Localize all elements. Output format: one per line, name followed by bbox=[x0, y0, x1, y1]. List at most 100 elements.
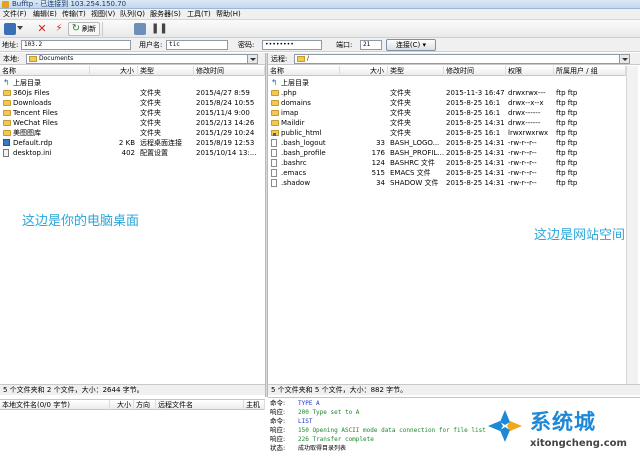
remote-cell-owner: ftp ftp bbox=[556, 89, 578, 97]
local-cell-name: 美图图库 bbox=[13, 129, 41, 137]
remote-cell-perm: lrwxrwxrwx bbox=[508, 129, 549, 137]
user-input[interactable]: tic bbox=[166, 40, 228, 50]
remote-cell-owner: ftp ftp bbox=[556, 179, 578, 187]
local-file-row[interactable]: Tencent Files 文件夹 2015/11/4 9:00 bbox=[0, 108, 265, 118]
remote-cell-size: 515 bbox=[371, 169, 385, 177]
local-file-row[interactable]: 360js Files 文件夹 2015/4/27 8:59 bbox=[0, 88, 265, 98]
pane-splitter[interactable] bbox=[265, 53, 268, 397]
remote-scrollbar[interactable] bbox=[626, 66, 638, 384]
port-label: 端口: bbox=[336, 41, 353, 49]
address-input[interactable]: 103.2 bbox=[21, 40, 131, 50]
local-cell-name: 上层目录 bbox=[13, 79, 41, 87]
queue-col-remote[interactable]: 远程文件名 bbox=[156, 400, 244, 410]
remote-col-size[interactable]: 大小 bbox=[340, 66, 388, 76]
watermark-logo-icon bbox=[488, 410, 522, 442]
remote-cell-size: 34 bbox=[376, 179, 385, 187]
folder-icon bbox=[271, 120, 279, 126]
remote-col-modified[interactable]: 修改时间 bbox=[444, 66, 506, 76]
menu-help[interactable]: 帮助(H) bbox=[216, 9, 241, 20]
window-title: Bufftp - 已连接到 103.254.150.70 bbox=[12, 0, 127, 8]
queue-col-local[interactable]: 本地文件名(0/0 字节) bbox=[0, 400, 110, 410]
log-line: 响应: 200 Type set to A bbox=[270, 408, 359, 417]
local-status: 5 个文件夹和 2 个文件，大小：2644 字节。 bbox=[0, 384, 265, 395]
chevron-down-icon: ▾ bbox=[422, 41, 427, 49]
remote-file-row[interactable]: .emacs 515 EMACS 文件 2015-8-25 14:31 -rw-r--r… bbox=[268, 168, 626, 178]
local-col-type[interactable]: 类型 bbox=[138, 66, 194, 76]
queue-col-direction[interactable]: 方向 bbox=[134, 400, 156, 410]
refresh-button[interactable]: ↻ 刷新 bbox=[68, 22, 100, 36]
remote-cell-perm: -rw-r--r-- bbox=[508, 149, 537, 157]
menu-queue[interactable]: 队列(Q) bbox=[120, 9, 145, 20]
remote-file-row[interactable]: domains 文件夹 2015-8-25 16:1 drwx--x--x ftp ft… bbox=[268, 98, 626, 108]
remote-path-input[interactable]: / bbox=[294, 54, 620, 64]
local-cell-type: 文件夹 bbox=[140, 99, 161, 107]
local-path-input[interactable]: Documents bbox=[26, 54, 248, 64]
local-file-row[interactable]: Downloads 文件夹 2015/8/24 10:55 bbox=[0, 98, 265, 108]
transfer-icon[interactable] bbox=[134, 23, 146, 35]
remote-cell-owner: ftp ftp bbox=[556, 149, 578, 157]
connect-icon[interactable] bbox=[4, 23, 16, 35]
local-file-row[interactable]: desktop.ini 402 配置设置 2015/10/14 13:... bbox=[0, 148, 265, 158]
remote-file-row[interactable]: imap 文件夹 2015-8-25 16:1 drwx------ ftp ftp bbox=[268, 108, 626, 118]
remote-file-row[interactable]: .bash_logout 33 BASH_LOGO... 2015-8-25 14:3… bbox=[268, 138, 626, 148]
chevron-down-icon[interactable] bbox=[17, 26, 23, 30]
password-input[interactable]: •••••••• bbox=[262, 40, 322, 50]
disconnect-icon[interactable]: ⚡ bbox=[53, 23, 65, 35]
watermark: 系统城 xitongcheng.com bbox=[484, 402, 640, 460]
queue-list[interactable] bbox=[0, 411, 265, 460]
menu-server[interactable]: 服务器(S) bbox=[150, 9, 181, 20]
menu-edit[interactable]: 编辑(E) bbox=[33, 9, 57, 20]
remote-col-permissions[interactable]: 权限 bbox=[506, 66, 554, 76]
remote-cell-modified: 2015-8-25 14:31 bbox=[446, 159, 505, 167]
port-input[interactable]: 21 bbox=[360, 40, 382, 50]
close-icon[interactable]: ✕ bbox=[36, 23, 48, 35]
menu-transfer[interactable]: 传输(T) bbox=[62, 9, 86, 20]
up-arrow-icon: ↰ bbox=[271, 78, 278, 87]
remote-cell-type: 文件夹 bbox=[390, 119, 411, 127]
remote-file-row[interactable]: public_html 文件夹 2015-8-25 16:1 lrwxrwxrwx ft… bbox=[268, 128, 626, 138]
remote-col-type[interactable]: 类型 bbox=[388, 66, 444, 76]
menu-tools[interactable]: 工具(T) bbox=[187, 9, 211, 20]
remote-col-name[interactable]: 名称 bbox=[268, 66, 340, 76]
queue-col-size[interactable]: 大小 bbox=[110, 400, 134, 410]
remote-cell-name: imap bbox=[281, 109, 299, 117]
local-column-header: 名称 大小 类型 修改时间 bbox=[0, 66, 265, 76]
local-file-row[interactable]: WeChat Files 文件夹 2015/2/13 14:26 bbox=[0, 118, 265, 128]
menu-file[interactable]: 文件(F) bbox=[3, 9, 27, 20]
remote-cell-perm: drwx------ bbox=[508, 119, 541, 127]
local-col-size[interactable]: 大小 bbox=[90, 66, 138, 76]
connect-button[interactable]: 连接(C) ▾ bbox=[386, 39, 436, 51]
menu-view[interactable]: 视图(V) bbox=[91, 9, 115, 20]
local-annotation: 这边是你的电脑桌面 bbox=[22, 214, 140, 229]
remote-cell-owner: ftp ftp bbox=[556, 129, 578, 137]
remote-cell-owner: ftp ftp bbox=[556, 159, 578, 167]
remote-cell-modified: 2015-8-25 14:31 bbox=[446, 139, 505, 147]
remote-file-row[interactable]: .bash_profile 176 BASH_PROFIL... 2015-8-25 … bbox=[268, 148, 626, 158]
remote-path-dropdown[interactable] bbox=[620, 54, 630, 64]
pause-icon[interactable]: ❚❚ bbox=[151, 23, 168, 35]
local-col-modified[interactable]: 修改时间 bbox=[194, 66, 265, 76]
remote-cell-size: 124 bbox=[371, 159, 385, 167]
folder-icon bbox=[297, 56, 305, 62]
remote-file-row[interactable]: .shadow 34 SHADOW 文件 2015-8-25 14:31 -rw-r--… bbox=[268, 178, 626, 188]
connection-bar: 地址: 103.2 用户名: tic 密码: •••••••• 端口: 21 连… bbox=[0, 38, 640, 52]
log-line: 响应: 150 Opening ASCII mode data connectio… bbox=[270, 426, 486, 435]
queue-col-host[interactable]: 主机 bbox=[244, 400, 265, 410]
local-file-row[interactable]: 美图图库 文件夹 2015/1/29 10:24 bbox=[0, 128, 265, 138]
local-file-row[interactable]: Default.rdp 2 KB 远程桌面连接 2015/8/19 12:53 bbox=[0, 138, 265, 148]
folder-icon bbox=[3, 110, 11, 116]
local-col-name[interactable]: 名称 bbox=[0, 66, 90, 76]
log-line-kind: 命令: bbox=[270, 417, 286, 425]
local-path-dropdown[interactable] bbox=[248, 54, 258, 64]
remote-file-row[interactable]: Maildir 文件夹 2015-8-25 14:31 drwx------ ftp f… bbox=[268, 118, 626, 128]
connect-button-label: 连接(C) bbox=[395, 41, 421, 49]
remote-file-row[interactable]: ↰ 上层目录 bbox=[268, 78, 626, 88]
remote-cell-modified: 2015-8-25 16:1 bbox=[446, 99, 501, 107]
local-cell-type: 配置设置 bbox=[140, 149, 168, 157]
remote-file-row[interactable]: .bashrc 124 BASHRC 文件 2015-8-25 14:31 -rw-r-… bbox=[268, 158, 626, 168]
remote-col-owner[interactable]: 所属用户 / 组 bbox=[554, 66, 626, 76]
remote-file-row[interactable]: .php 文件夹 2015-11-3 16:47 drwxrwx--- ftp ftp bbox=[268, 88, 626, 98]
local-file-row[interactable]: ↰ 上层目录 bbox=[0, 78, 265, 88]
address-label: 地址: bbox=[2, 41, 19, 49]
local-path-bar: 本地: Documents bbox=[0, 53, 265, 65]
